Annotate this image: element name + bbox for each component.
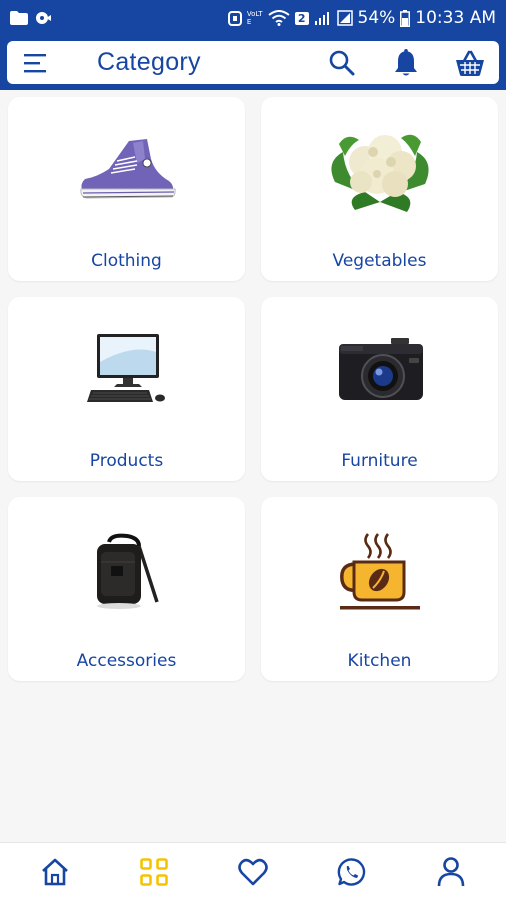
cauliflower-image xyxy=(261,117,498,227)
profile-icon xyxy=(437,856,464,886)
bag-image xyxy=(8,517,245,627)
battery-icon xyxy=(400,9,411,27)
status-bar-right: VoLTE 2 54% 10:33 AM xyxy=(227,8,496,28)
category-label: Kitchen xyxy=(347,651,412,671)
menu-button[interactable] xyxy=(21,47,53,79)
nav-profile[interactable] xyxy=(427,848,475,896)
network-label: VoLTE xyxy=(246,10,263,26)
desktop-computer-image xyxy=(8,317,245,427)
basket-icon xyxy=(456,50,484,76)
category-card-vegetables[interactable]: Vegetables xyxy=(261,97,498,281)
signal-2-icon xyxy=(336,10,353,26)
bell-icon xyxy=(395,48,417,75)
notification-icon xyxy=(34,10,52,26)
category-card-accessories[interactable]: Accessories xyxy=(8,497,245,681)
status-bar: VoLTE 2 54% 10:33 AM xyxy=(0,0,506,36)
sim-badge: 2 xyxy=(294,11,309,25)
app-bar-actions xyxy=(325,46,487,80)
category-label: Furniture xyxy=(341,451,418,471)
folder-icon xyxy=(10,11,28,25)
category-grid: Clothing Vegetables Products Furniture A… xyxy=(8,97,499,681)
search-button[interactable] xyxy=(325,46,359,80)
category-card-furniture[interactable]: Furniture xyxy=(261,297,498,481)
camera-image xyxy=(261,317,498,427)
categories-grid-icon xyxy=(140,857,168,886)
home-icon xyxy=(42,858,69,885)
category-label: Products xyxy=(89,451,164,471)
app-bar: Category xyxy=(7,41,499,84)
clock: 10:33 AM xyxy=(415,8,496,28)
whatsapp-icon xyxy=(337,857,365,886)
category-card-kitchen[interactable]: Kitchen xyxy=(261,497,498,681)
cart-button[interactable] xyxy=(453,46,487,80)
app-bar-container: Category xyxy=(0,36,506,90)
category-label: Clothing xyxy=(91,251,162,271)
wifi-icon xyxy=(268,10,290,26)
menu-icon xyxy=(24,53,46,72)
nav-categories[interactable] xyxy=(130,848,178,896)
battery-percent: 54% xyxy=(357,8,396,28)
nav-wishlist[interactable] xyxy=(229,848,277,896)
coffee-cup-icon xyxy=(261,517,498,627)
notifications-button[interactable] xyxy=(389,46,423,80)
category-label: Accessories xyxy=(76,651,177,671)
bottom-navigation xyxy=(0,842,506,900)
signal-icon xyxy=(314,10,332,26)
nav-whatsapp[interactable] xyxy=(328,848,376,896)
nav-home[interactable] xyxy=(31,848,79,896)
alarm-icon xyxy=(227,10,242,26)
status-bar-left xyxy=(10,10,52,26)
category-label: Vegetables xyxy=(332,251,427,271)
sneaker-image xyxy=(8,117,245,227)
search-icon xyxy=(329,50,355,75)
heart-icon xyxy=(238,858,268,885)
category-card-clothing[interactable]: Clothing xyxy=(8,97,245,281)
page-title: Category xyxy=(97,48,201,76)
category-card-products[interactable]: Products xyxy=(8,297,245,481)
